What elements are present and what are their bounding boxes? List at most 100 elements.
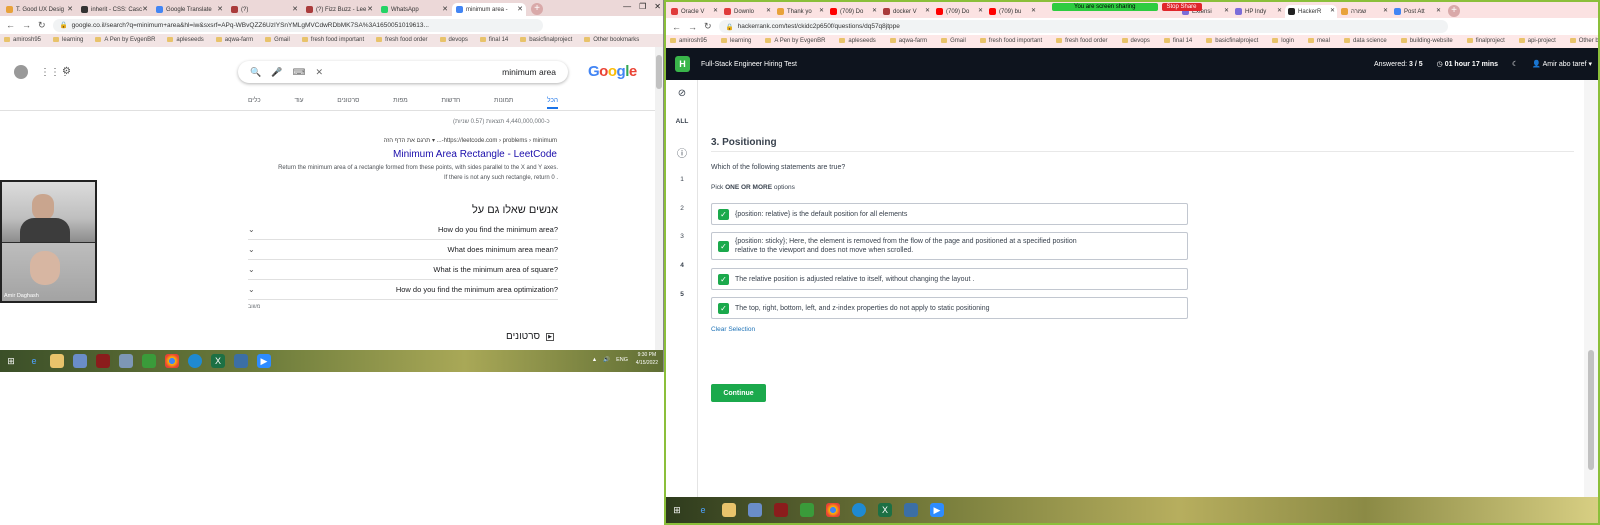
compass-icon[interactable]: ⊘ — [666, 88, 698, 99]
chrome-icon[interactable] — [826, 503, 840, 517]
bookmark-item[interactable]: fresh food order — [376, 37, 427, 44]
folder-icon[interactable] — [50, 354, 64, 368]
bookmark-item[interactable]: basicfinalproject — [1206, 38, 1258, 45]
search-input[interactable]: minimum area — [502, 67, 556, 77]
feedback-link[interactable]: משוב — [248, 304, 260, 310]
bookmark-item[interactable]: final 14 — [1164, 38, 1192, 45]
search-box[interactable]: 🔍 🎤 ⌨ ✕ minimum area — [238, 61, 568, 83]
checkbox-checked[interactable]: ✓ — [718, 302, 729, 314]
virtualbox-icon[interactable] — [904, 503, 918, 517]
close-tab-icon[interactable]: ✕ — [67, 5, 73, 13]
back-icon[interactable]: ← — [672, 22, 681, 32]
edge-icon[interactable] — [188, 354, 202, 368]
browser-tab[interactable]: שמרה ✕ — [1338, 5, 1390, 18]
bookmark-item[interactable]: learning — [721, 38, 751, 45]
paa-question[interactable]: ⌄ How do you find the minimum area optimi… — [248, 280, 558, 300]
close-tab-icon[interactable]: ✕ — [1224, 7, 1229, 14]
answer-option[interactable]: ✓ The top, right, bottom, left, and z-ind… — [711, 297, 1188, 319]
bookmark-item[interactable]: fresh food important — [302, 37, 364, 44]
browser-tab[interactable]: Downlo ✕ — [721, 5, 773, 18]
search-tab[interactable]: עוד — [294, 97, 303, 109]
info-icon[interactable]: ⓘ — [666, 145, 698, 160]
bookmark-item[interactable]: login — [1272, 38, 1294, 45]
bookmark-item[interactable]: final 14 — [480, 37, 508, 44]
excel-icon[interactable]: X — [211, 354, 225, 368]
maximize-icon[interactable]: ❐ — [639, 2, 646, 11]
chrome-icon[interactable] — [165, 354, 179, 368]
browser-tab[interactable]: minimum area - ✕ — [452, 3, 526, 16]
browser-tab[interactable]: Post Att ✕ — [1391, 5, 1443, 18]
close-tab-icon[interactable]: ✕ — [1383, 7, 1388, 14]
minimize-icon[interactable]: — — [623, 2, 631, 11]
bookmark-item[interactable]: building-website — [1401, 38, 1453, 45]
back-icon[interactable]: ← — [6, 20, 15, 30]
bookmark-item[interactable]: amirosh95 — [4, 37, 41, 44]
close-tab-icon[interactable]: ✕ — [292, 5, 298, 13]
right-scrollbar[interactable] — [1584, 80, 1598, 497]
zoom-icon[interactable]: ▶ — [257, 354, 271, 368]
sidebar-question-5[interactable]: 5 — [666, 291, 698, 298]
close-tab-icon[interactable]: ✕ — [872, 7, 877, 14]
bookmark-item[interactable]: meal — [1308, 38, 1330, 45]
excel-icon[interactable]: X — [878, 503, 892, 517]
result-cite[interactable]: https://leetcode.com › problems › minimu… — [384, 137, 557, 144]
browser-tab[interactable]: HP Indy ✕ — [1232, 5, 1284, 18]
browser-tab[interactable]: docker V ✕ — [880, 5, 932, 18]
edge-icon[interactable] — [852, 503, 866, 517]
close-tab-icon[interactable]: ✕ — [1330, 7, 1335, 14]
hackerrank-logo[interactable]: H — [675, 56, 690, 72]
mic-icon[interactable]: 🎤 — [271, 67, 282, 78]
search-tab[interactable]: חדשות — [442, 97, 461, 109]
sidebar-question-3[interactable]: 3 — [666, 233, 698, 240]
bookmark-item[interactable]: Other bookmarks — [1570, 38, 1598, 45]
answer-option[interactable]: ✓ {position: sticky}; Here, the element i… — [711, 232, 1188, 260]
user-menu[interactable]: 👤 Amir abo taref ▾ — [1532, 60, 1592, 68]
close-tab-icon[interactable]: ✕ — [713, 7, 718, 14]
android-icon[interactable] — [800, 503, 814, 517]
bookmark-item[interactable]: A Pen by EvgenBR — [765, 38, 825, 45]
screen-icon[interactable] — [748, 503, 762, 517]
new-tab-button[interactable]: + — [1448, 5, 1460, 17]
screen-icon[interactable] — [73, 354, 87, 368]
browser-tab[interactable]: Google Translate ✕ — [152, 3, 226, 16]
avatar[interactable] — [14, 65, 28, 79]
browser-tab[interactable]: T. Good UX Desig ✕ — [2, 3, 76, 16]
ie-icon[interactable]: e — [27, 354, 41, 368]
app-icon[interactable] — [774, 503, 788, 517]
bookmark-item[interactable]: data science — [1344, 38, 1387, 45]
search-tab[interactable]: תמונות — [494, 97, 513, 109]
bookmark-item[interactable]: basicfinalproject — [520, 37, 572, 44]
video-call-overlay[interactable]: Amir Daghash — [0, 180, 97, 303]
close-tab-icon[interactable]: ✕ — [766, 7, 771, 14]
close-tab-icon[interactable]: ✕ — [978, 7, 983, 14]
google-logo[interactable]: Google — [588, 63, 637, 80]
chevron-down-icon[interactable]: ⌄ — [248, 265, 255, 274]
bookmark-item[interactable]: aqwa-farm — [890, 38, 927, 45]
gear-icon[interactable]: ⚙ — [62, 66, 71, 77]
checkbox-checked[interactable]: ✓ — [718, 208, 729, 220]
keyboard-icon[interactable]: ⌨ — [292, 67, 305, 78]
search-tab[interactable]: כלים — [248, 97, 261, 109]
bookmark-item[interactable]: Other bookmarks — [584, 37, 639, 44]
close-tab-icon[interactable]: ✕ — [367, 5, 373, 13]
chevron-down-icon[interactable]: ⌄ — [248, 245, 255, 254]
bookmark-item[interactable]: devops — [440, 37, 468, 44]
sidebar-all[interactable]: ALL — [666, 118, 698, 125]
search-tab[interactable]: מפות — [393, 97, 408, 109]
ie-icon[interactable]: e — [696, 503, 710, 517]
system-tray[interactable]: ▲ 🔊 ENG — [592, 357, 628, 363]
sidebar-question-4[interactable]: 4 — [666, 262, 698, 269]
browser-tab[interactable]: (709) Do ✕ — [933, 5, 985, 18]
close-tab-icon[interactable]: ✕ — [925, 7, 930, 14]
clear-selection-link[interactable]: Clear Selection — [711, 326, 755, 333]
taskbar-clock[interactable]: 9:30 PM 4/15/2022 — [636, 351, 658, 367]
new-tab-button[interactable]: + — [531, 3, 543, 15]
browser-tab[interactable]: (709) Do ✕ — [827, 5, 879, 18]
browser-tab[interactable]: WhatsApp ✕ — [377, 3, 451, 16]
forward-icon[interactable]: → — [688, 22, 697, 32]
browser-tab[interactable]: HackerR ✕ — [1285, 5, 1337, 18]
clear-search-icon[interactable]: ✕ — [315, 67, 323, 78]
chevron-down-icon[interactable]: ⌄ — [248, 285, 255, 294]
android-icon[interactable] — [142, 354, 156, 368]
bookmark-item[interactable]: aqwa-farm — [216, 37, 253, 44]
